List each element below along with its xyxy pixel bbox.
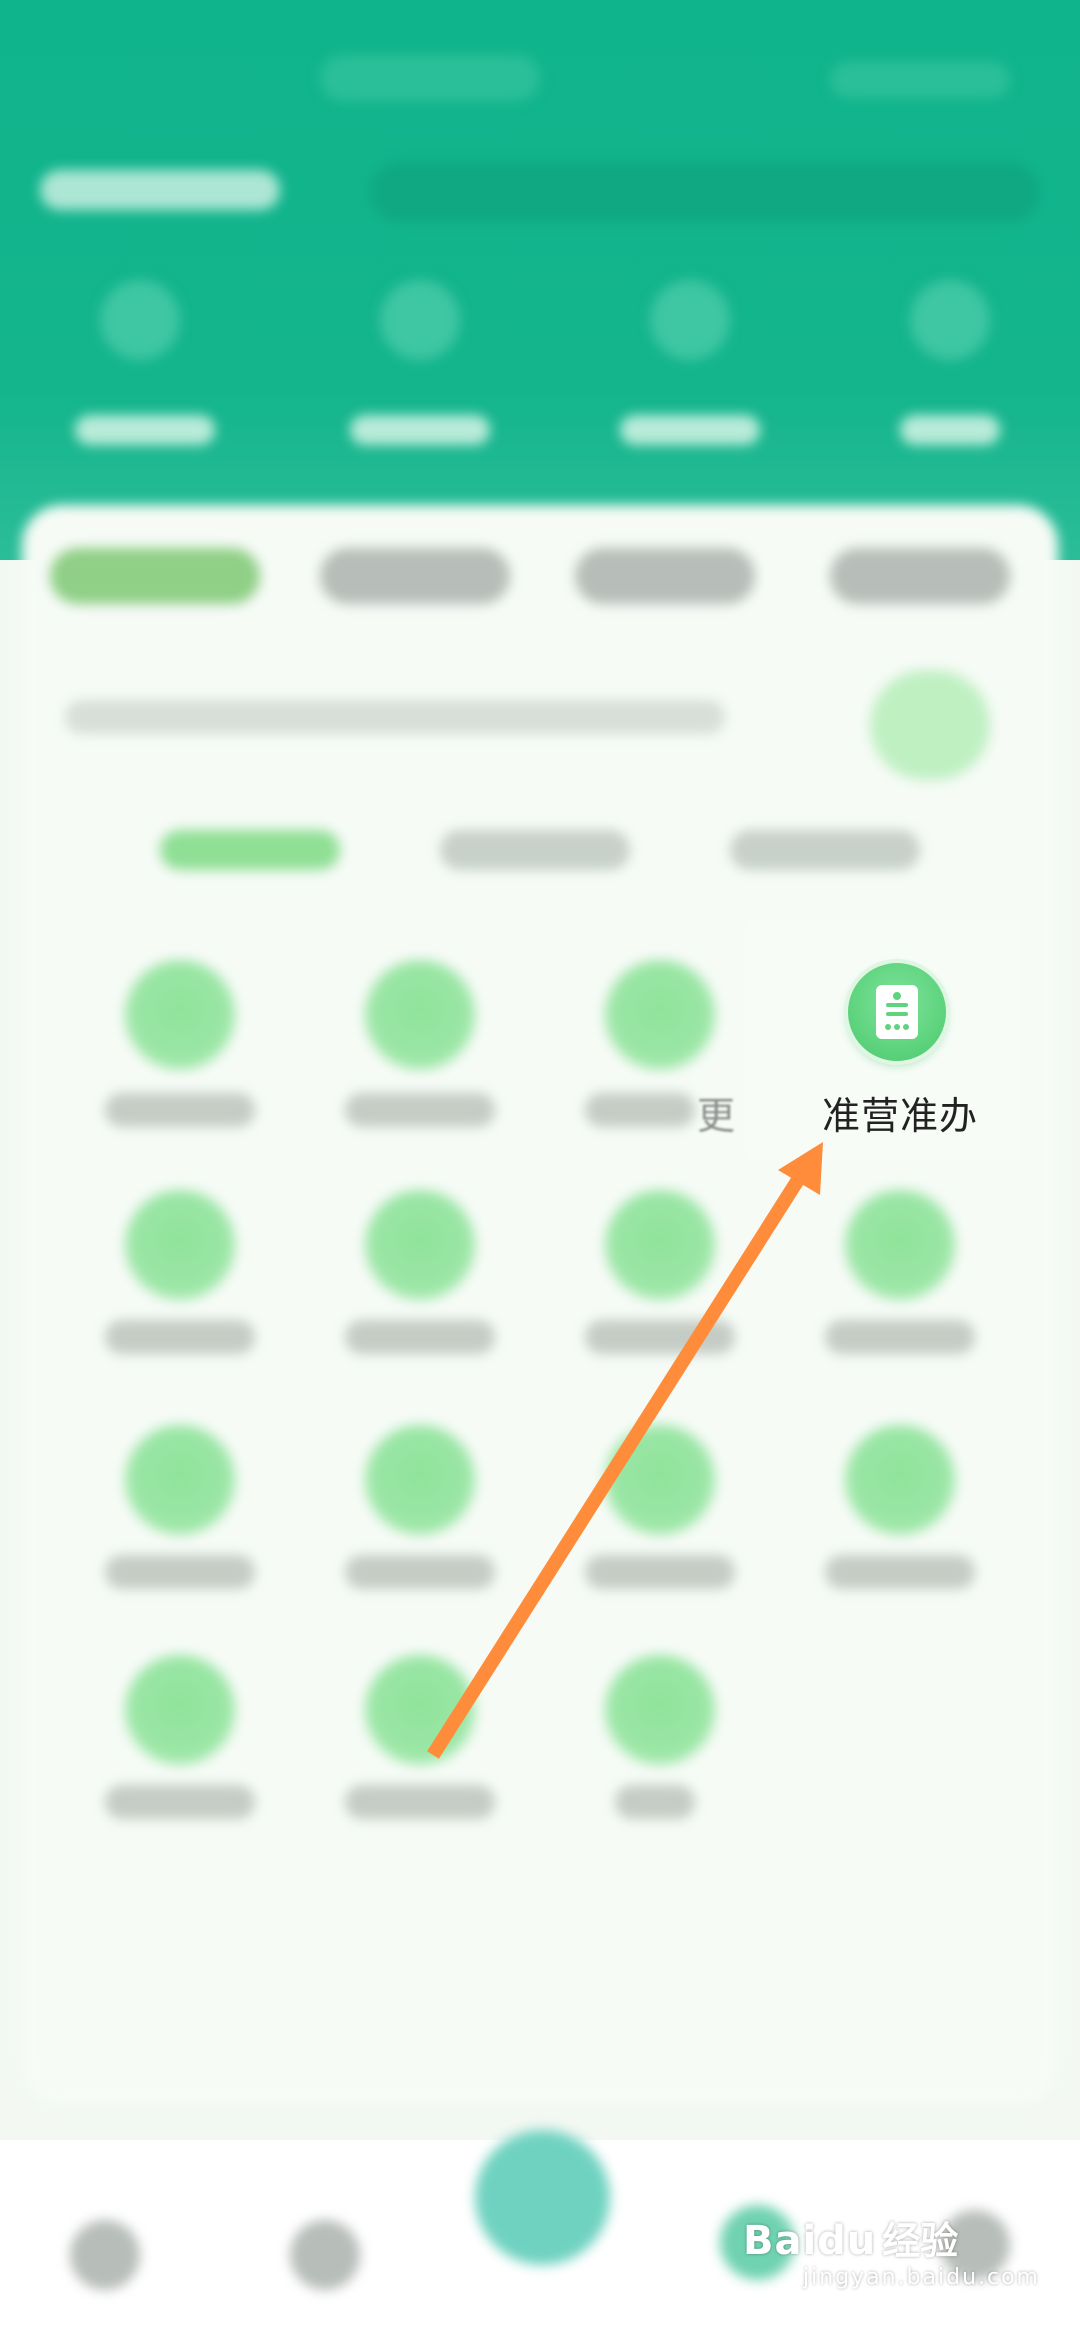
watermark-url: jingyan.baidu.com [802, 2265, 1040, 2290]
watermark-brand: Baidu [742, 2218, 877, 2264]
watermark-brand-cn: 经验 [882, 2219, 959, 2263]
annotation-arrow [427, 1142, 823, 1759]
watermark: Baidu 经验 jingyan.baidu.com [743, 2210, 1040, 2290]
